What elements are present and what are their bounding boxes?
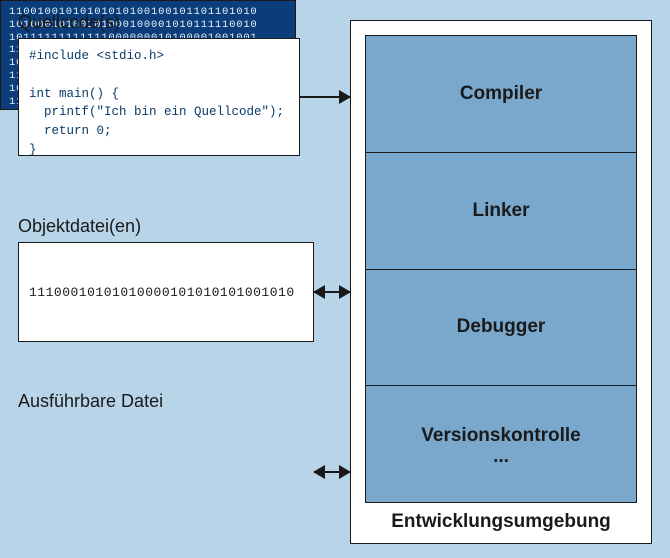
ide-more: ... — [493, 449, 509, 464]
ide-label: Entwicklungsumgebung — [365, 503, 637, 533]
ide-box: Compiler Linker Debugger Versionskontrol… — [350, 20, 652, 544]
ide-debugger-label: Debugger — [457, 316, 546, 338]
object-bits: 11100010101010000101010101001010 — [29, 285, 295, 300]
object-file-box: 11100010101010000101010101001010 — [18, 242, 314, 342]
ide-debugger: Debugger — [366, 270, 636, 387]
ide-linker: Linker — [366, 153, 636, 270]
executable-label: Ausführbare Datei — [18, 391, 163, 412]
ide-linker-label: Linker — [472, 200, 529, 222]
object-file-label: Objektdatei(en) — [18, 216, 141, 237]
ide-compiler: Compiler — [366, 36, 636, 153]
source-code-box: #include <stdio.h> int main() { printf("… — [18, 38, 300, 156]
ide-components: Compiler Linker Debugger Versionskontrol… — [365, 35, 637, 503]
source-code-label: Quellcode(s) — [18, 12, 120, 33]
ide-version-control: Versionskontrolle ... — [366, 386, 636, 502]
arrow-object-bidir — [314, 291, 350, 293]
arrow-exec-bidir — [314, 471, 350, 473]
ide-version-label: Versionskontrolle — [421, 425, 580, 447]
ide-compiler-label: Compiler — [460, 83, 542, 105]
arrow-source-to-ide — [300, 96, 350, 98]
